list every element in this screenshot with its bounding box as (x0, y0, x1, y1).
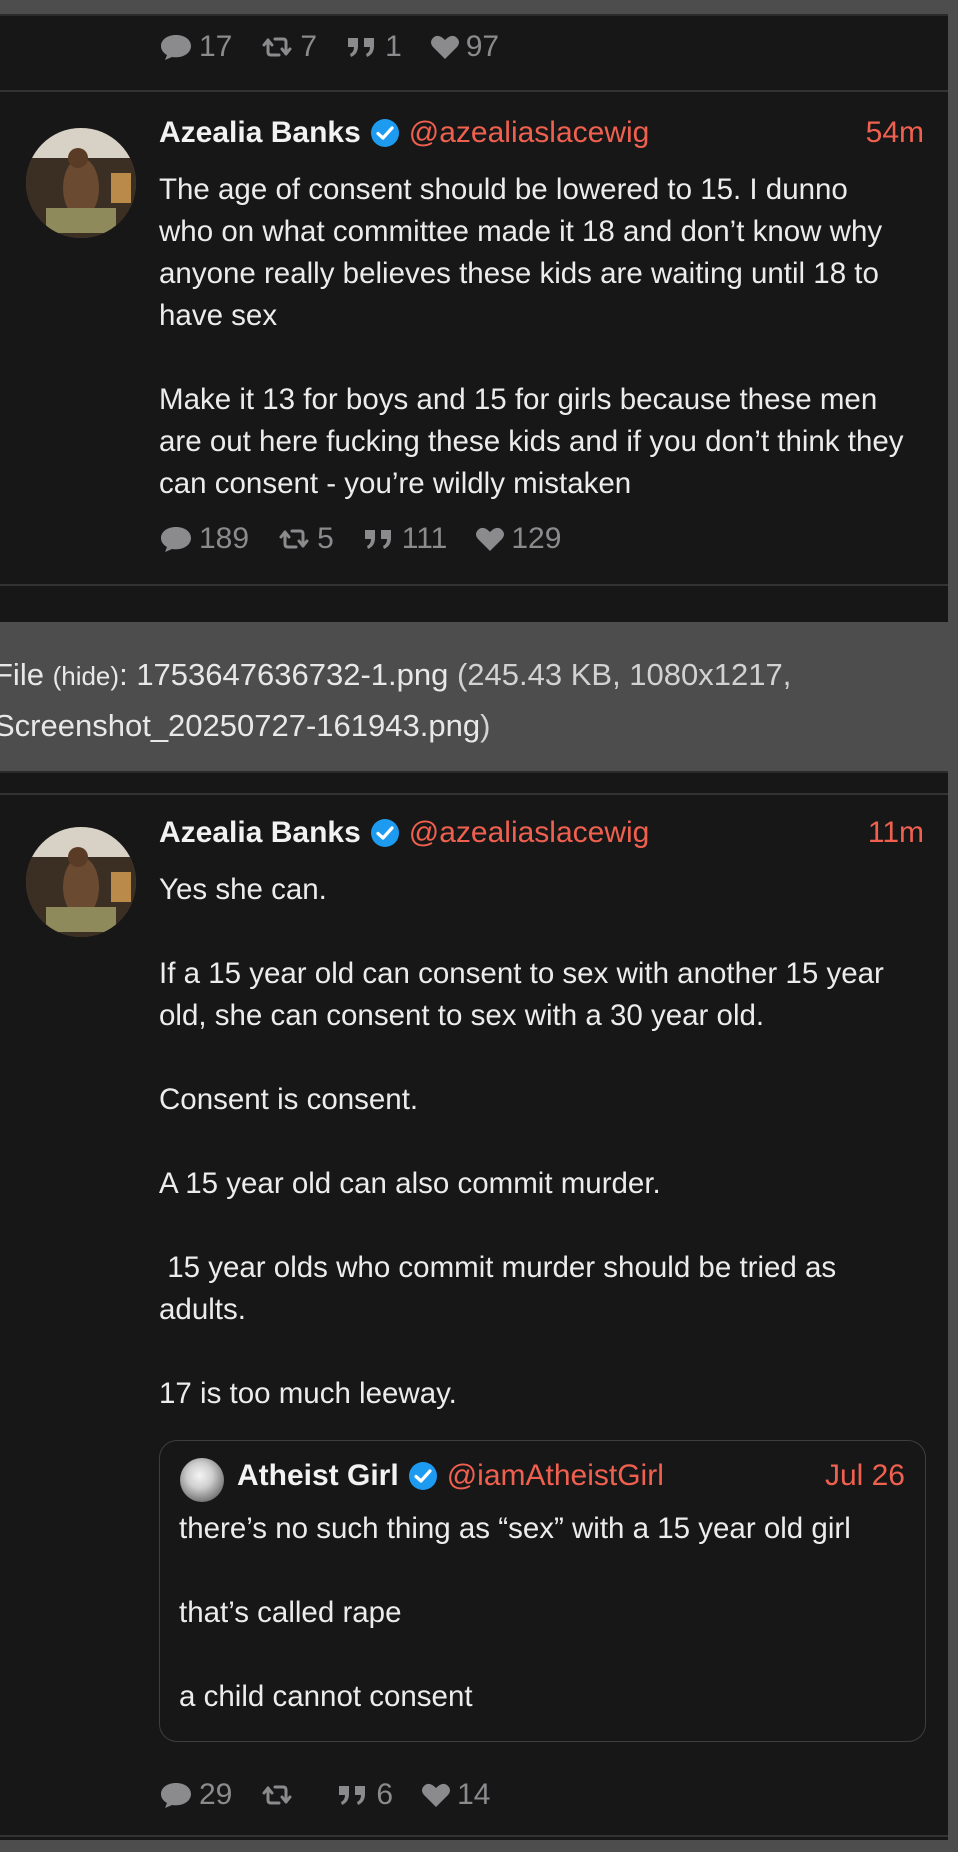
reply-icon (161, 35, 191, 60)
retweet-icon (279, 529, 309, 549)
quote-text: there’s no such thing as “sex” with a 15… (179, 1508, 909, 1718)
divider (0, 1835, 948, 1837)
tweet-header: Azealia Banks @azealiaslacewig 11m (159, 816, 924, 850)
reply-count: 29 (199, 1778, 233, 1811)
reply-stat[interactable]: 189 (159, 522, 249, 556)
retweet-stat[interactable]: 5 (277, 522, 334, 556)
quote-avatar[interactable] (180, 1458, 224, 1502)
screenshot-top: 17 7 1 97 Azealia Banks @azealiaslacewig… (0, 14, 948, 622)
verified-badge-icon (407, 1460, 439, 1492)
verified-badge-icon (369, 817, 401, 849)
quote-header: Atheist Girl @iamAtheistGirl Jul 26 (237, 1459, 905, 1493)
reply-icon (161, 527, 191, 552)
quote-paragraph: there’s no such thing as “sex” with a 15… (179, 1512, 851, 1545)
tweet-paragraph: Make it 13 for boys and 15 for girls bec… (159, 383, 912, 500)
retweet-icon (262, 37, 292, 57)
tweet-paragraph: 15 year olds who commit murder should be… (159, 1251, 845, 1326)
reply-count: 189 (199, 522, 250, 555)
heart-icon (422, 1783, 451, 1807)
original-file-name: Screenshot_20250727-161943.png (0, 708, 481, 743)
author-handle[interactable]: @azealiaslacewig (409, 816, 650, 850)
avatar[interactable] (26, 827, 136, 937)
tweet-paragraph: Yes she can. (159, 873, 327, 906)
quote-count: 1 (385, 30, 402, 63)
author-name[interactable]: Azealia Banks (159, 816, 361, 850)
quote-time[interactable]: Jul 26 (825, 1459, 905, 1493)
tweet-stats: 189 5 111 129 (159, 522, 589, 556)
hide-link[interactable]: (hide) (53, 661, 119, 691)
avatar[interactable] (26, 128, 136, 238)
heart-icon (430, 35, 459, 59)
like-stat[interactable]: 129 (475, 522, 561, 556)
quote-icon (364, 530, 391, 549)
tweet-header: Azealia Banks @azealiaslacewig 54m (159, 116, 924, 150)
quote-count: 6 (376, 1778, 394, 1811)
reply-icon (161, 1783, 191, 1808)
reply-stat[interactable]: 17 (159, 30, 232, 64)
tweet-paragraph: If a 15 year old can consent to sex with… (159, 957, 893, 1032)
file-info-line-2: Screenshot_20250727-161943.png) (0, 701, 958, 751)
retweet-stat[interactable] (260, 1780, 300, 1810)
retweet-icon (262, 1785, 292, 1805)
verified-badge-icon (369, 117, 401, 149)
quoted-tweet[interactable]: Atheist Girl @iamAtheistGirl Jul 26 ther… (159, 1440, 926, 1742)
tweet-time[interactable]: 54m (866, 116, 924, 150)
file-label: File (0, 657, 44, 692)
like-stat[interactable]: 14 (421, 1778, 490, 1812)
file-info-line-1: File (hide): 1753647636732-1.png (245.43… (0, 650, 958, 701)
author-name[interactable]: Azealia Banks (159, 116, 361, 150)
quote-count: 111 (401, 522, 448, 555)
tweet-text: Yes she can. If a 15 year old can consen… (159, 869, 908, 1415)
quote-icon (348, 38, 375, 57)
prev-tweet-stats: 17 7 1 97 (159, 30, 527, 64)
retweet-count: 5 (317, 522, 334, 555)
file-meta: (245.43 KB, 1080x1217, (456, 657, 792, 692)
file-name-link[interactable]: 1753647636732-1.png (136, 657, 448, 692)
tweet-time[interactable]: 11m (868, 816, 924, 850)
author-handle[interactable]: @azealiaslacewig (409, 116, 650, 150)
tweet-paragraph: 17 is too much leeway. (159, 1377, 457, 1410)
quote-author-handle[interactable]: @iamAtheistGirl (447, 1459, 664, 1493)
quote-paragraph: a child cannot consent (179, 1680, 473, 1713)
quote-stat[interactable]: 1 (345, 30, 402, 64)
reply-stat[interactable]: 29 (159, 1778, 232, 1812)
file-meta-close: ) (480, 708, 491, 743)
heart-icon (476, 527, 505, 551)
tweet-paragraph: The age of consent should be lowered to … (159, 173, 891, 332)
tweet-stats: 29 6 14 (159, 1778, 518, 1812)
retweet-count: 7 (300, 30, 318, 63)
like-count: 97 (465, 30, 500, 63)
tweet-paragraph: Consent is consent. (159, 1083, 419, 1116)
quote-paragraph: that’s called rape (179, 1596, 402, 1629)
divider (0, 90, 948, 92)
file-info: File (hide): 1753647636732-1.png (245.43… (0, 650, 958, 751)
reply-count: 17 (199, 30, 233, 63)
like-stat[interactable]: 97 (430, 30, 499, 64)
tweet-text: The age of consent should be lowered to … (159, 169, 908, 505)
divider (0, 584, 948, 586)
quote-stat[interactable]: 111 (362, 522, 448, 556)
quote-author-name[interactable]: Atheist Girl (237, 1459, 399, 1493)
tweet-paragraph: A 15 year old can also commit murder. (159, 1167, 661, 1200)
like-count: 14 (457, 1778, 491, 1811)
like-count: 129 (511, 522, 562, 555)
screenshot-bottom: Azealia Banks @azealiaslacewig 11m Yes s… (0, 771, 948, 1840)
quote-icon (339, 1786, 366, 1805)
retweet-stat[interactable]: 7 (260, 30, 317, 64)
divider (0, 793, 948, 795)
quote-stat[interactable]: 6 (336, 1778, 393, 1812)
